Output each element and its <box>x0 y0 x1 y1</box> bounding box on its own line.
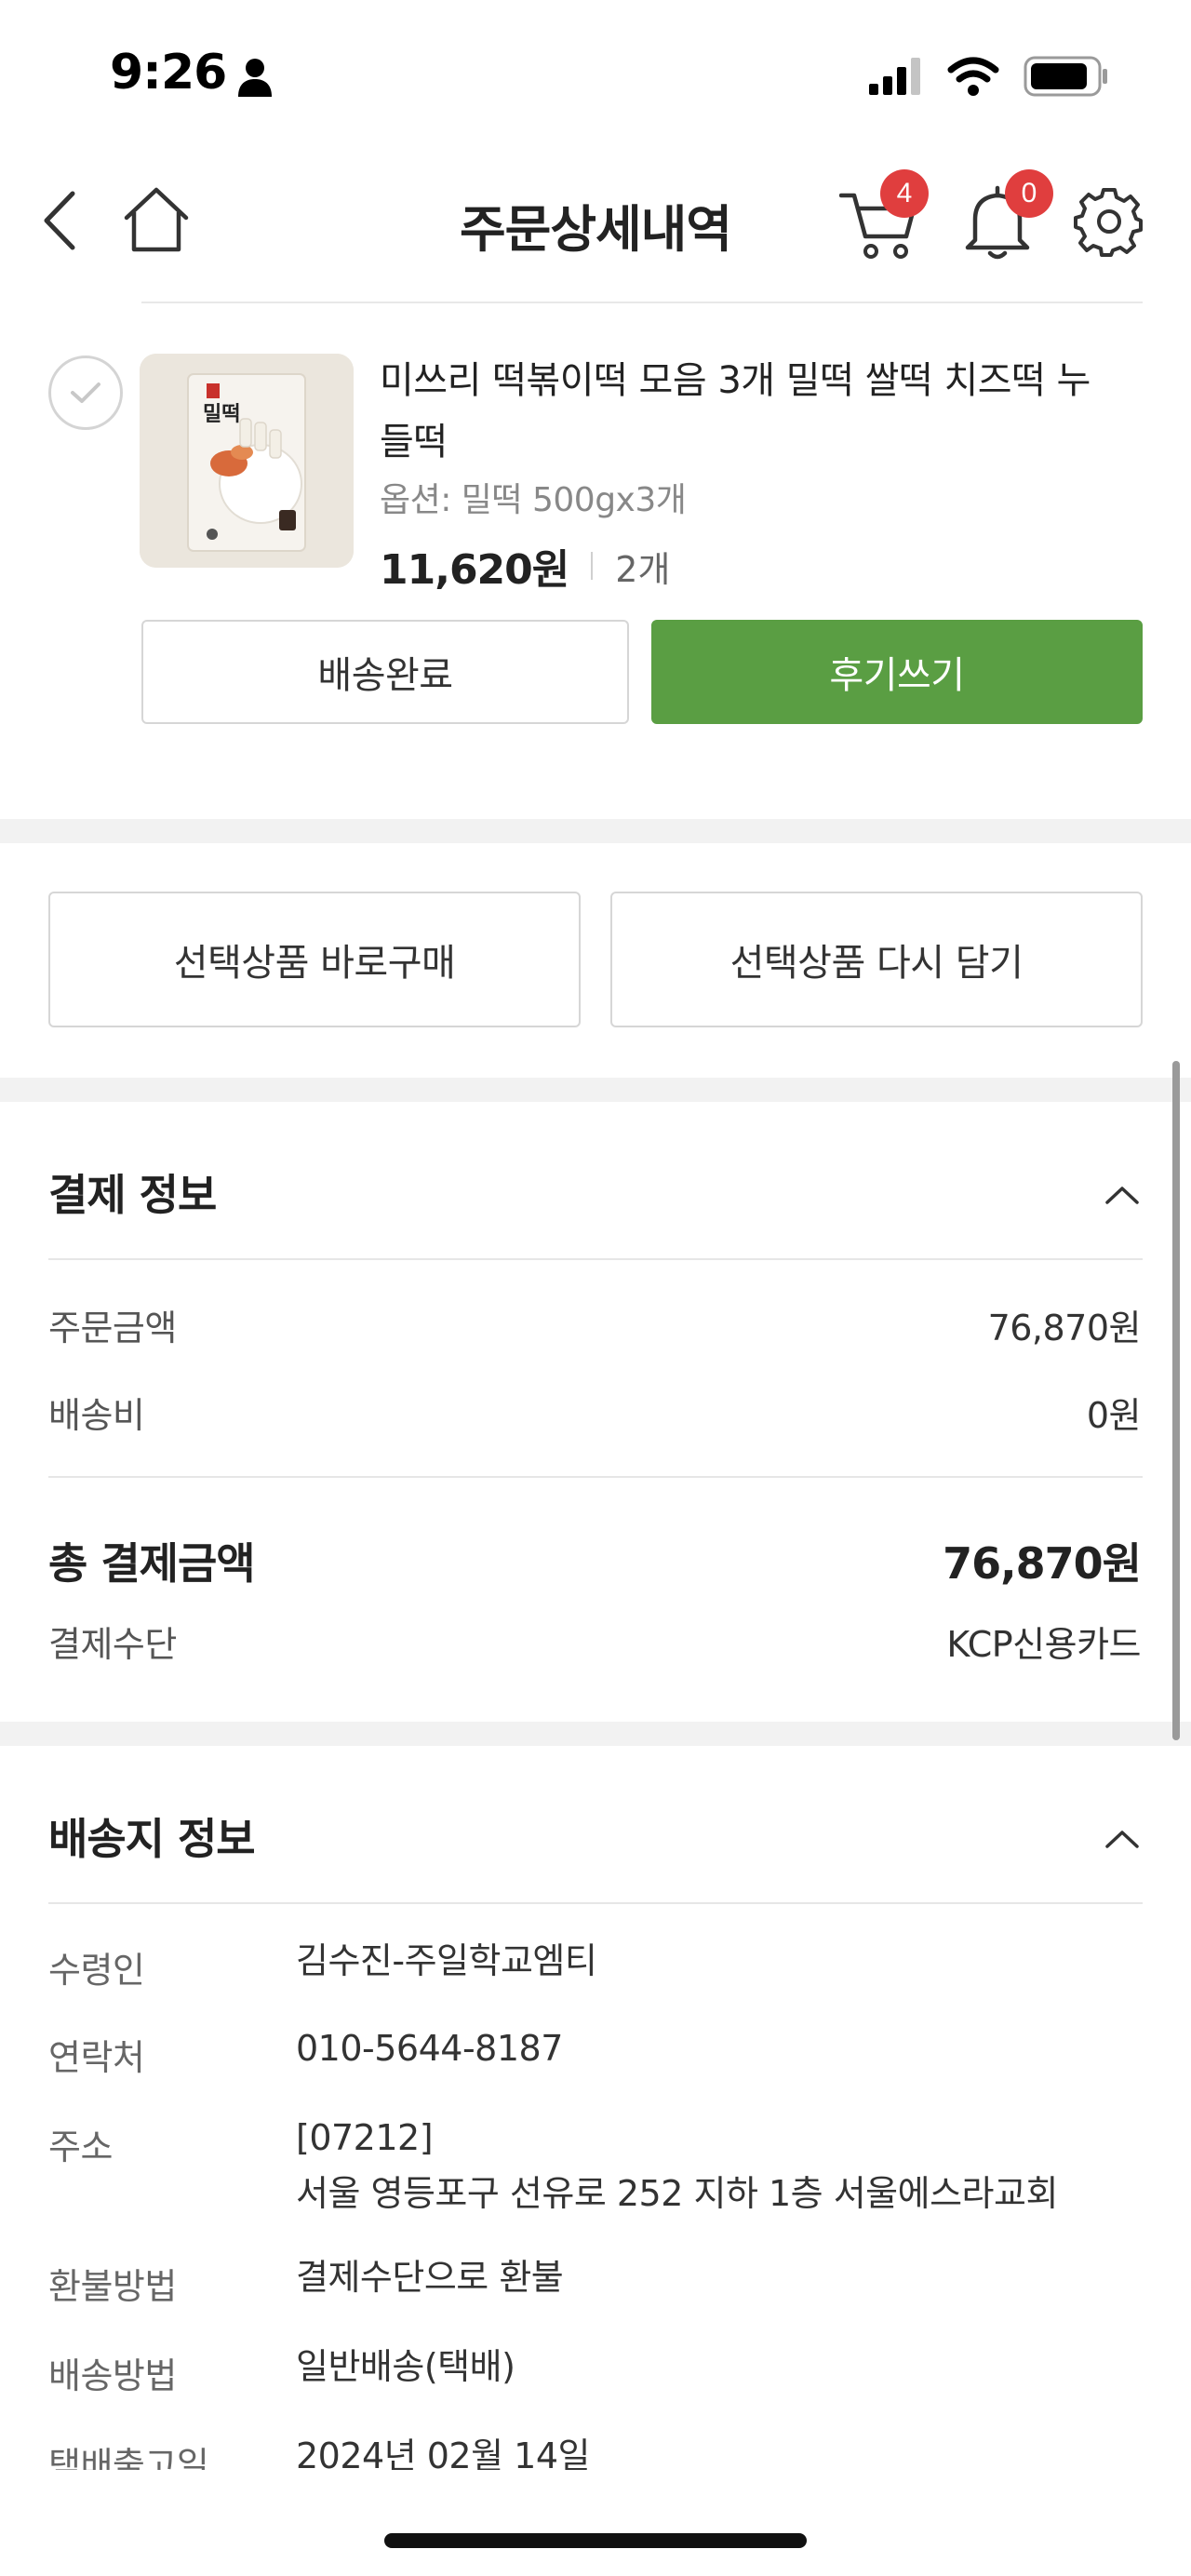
refund-method-value: 결제수단으로 환불 <box>296 2257 564 2298</box>
shipping-fee-label: 배송비 <box>48 1395 145 1436</box>
refund-method-label: 환불방법 <box>48 2266 177 2307</box>
ship-date-label: 택배출고일 <box>48 2445 209 2470</box>
chevron-up-icon[interactable] <box>1104 1828 1141 1850</box>
price-separator <box>591 552 594 580</box>
shipping-section-title: 배송지 정보 <box>48 1814 256 1864</box>
address-label: 주소 <box>48 2127 113 2167</box>
chevron-up-icon[interactable] <box>1104 1184 1141 1206</box>
delivery-method-value: 일반배송(택배) <box>296 2346 515 2387</box>
section-divider <box>0 819 1191 843</box>
phone-label: 연락처 <box>48 2037 145 2078</box>
divider <box>48 1902 1143 1904</box>
product-price: 11,620원 <box>380 546 569 594</box>
status-bar: 9:26 <box>0 0 1191 140</box>
product-thumbnail[interactable]: 밀떡 <box>140 354 354 568</box>
total-amount-value: 76,870원 <box>943 1538 1142 1589</box>
cart-count-badge: 4 <box>880 169 929 218</box>
phone-value: 010-5644-8187 <box>296 2028 563 2069</box>
address-value: 서울 영등포구 선유로 252 지하 1층 서울에스라교회 <box>296 2173 1058 2214</box>
select-checkbox[interactable] <box>48 356 123 430</box>
product-image: 밀떡 <box>140 354 354 568</box>
nav-bar: 주문상세내역 <box>0 140 1191 298</box>
total-amount-label: 총 결제금액 <box>48 1538 256 1589</box>
payment-method-value: KCP신용카드 <box>946 1624 1141 1665</box>
shipping-fee-value: 0원 <box>1086 1395 1142 1436</box>
wifi-icon <box>947 57 999 96</box>
order-amount-value: 76,870원 <box>987 1308 1142 1348</box>
check-icon <box>71 382 100 403</box>
recipient-value: 김수진-주일학교엠티 <box>296 1940 597 1981</box>
section-divider <box>0 1722 1191 1746</box>
product-quantity: 2개 <box>615 548 671 590</box>
buy-selected-button[interactable]: 선택상품 바로구매 <box>48 892 581 1027</box>
person-icon <box>238 59 272 97</box>
delivery-method-label: 배송방법 <box>48 2355 177 2396</box>
home-indicator[interactable] <box>384 2533 807 2548</box>
delivery-status-button[interactable]: 배송완료 <box>141 620 629 724</box>
battery-icon <box>1024 56 1107 97</box>
clipped-row: 택배출고일 2024년 02월 14일 <box>0 2429 1191 2470</box>
recipient-label: 수령인 <box>48 1950 145 1991</box>
product-thumb-label: 밀떡 <box>203 403 240 426</box>
payment-method-label: 결제수단 <box>48 1624 177 1665</box>
divider <box>141 302 1143 303</box>
recart-selected-button[interactable]: 선택상품 다시 담기 <box>610 892 1143 1027</box>
gear-icon[interactable] <box>1074 186 1144 257</box>
payment-section-title: 결제 정보 <box>48 1170 217 1220</box>
section-divider <box>0 1078 1191 1102</box>
write-review-button[interactable]: 후기쓰기 <box>651 620 1143 724</box>
divider <box>48 1258 1143 1260</box>
status-indicators <box>869 56 1109 97</box>
notification-count-badge: 0 <box>1005 169 1053 218</box>
order-amount-label: 주문금액 <box>48 1308 177 1348</box>
divider <box>48 1476 1143 1478</box>
signal-icon <box>869 58 920 95</box>
ship-date-value: 2024년 02월 14일 <box>296 2435 590 2470</box>
product-price-row: 11,620원 2개 <box>380 536 670 596</box>
status-time: 9:26 <box>110 45 227 101</box>
product-name[interactable]: 미쓰리 떡볶이떡 모음 3개 밀떡 쌀떡 치즈떡 누들떡 <box>380 350 1105 473</box>
scrollbar[interactable] <box>1172 1061 1180 1740</box>
postal-code-value: [07212] <box>296 2117 434 2158</box>
product-option: 옵션: 밀떡 500gx3개 <box>380 481 687 519</box>
